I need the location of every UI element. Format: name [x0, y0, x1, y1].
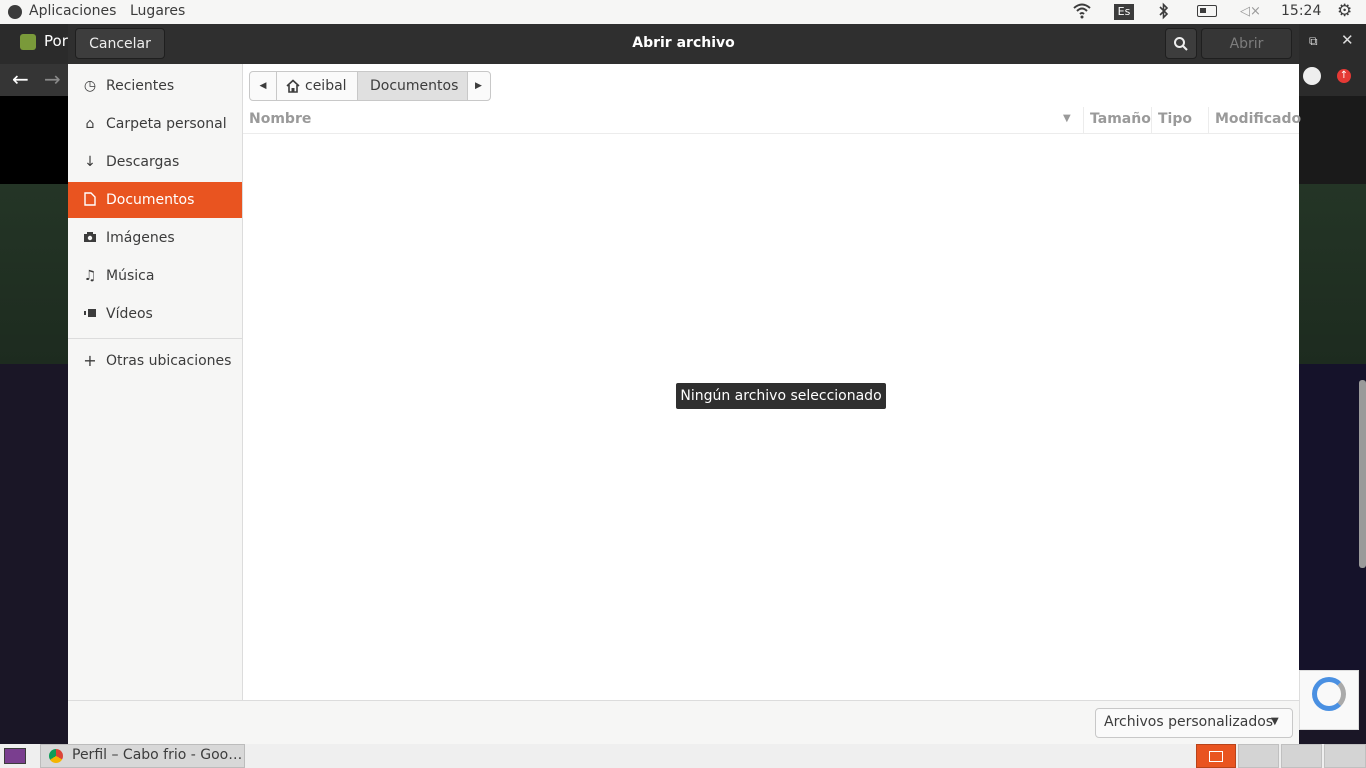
chrome-icon — [49, 749, 63, 763]
home-icon: ⌂ — [85, 116, 95, 132]
download-icon: ↓ — [84, 154, 96, 170]
sidebar-item-label: Descargas — [106, 154, 180, 170]
background-app-banner-right — [1299, 184, 1366, 364]
workspace-3[interactable] — [1281, 744, 1322, 768]
empty-state-message: Ningún archivo seleccionado — [676, 383, 886, 409]
column-size[interactable]: Tamaño — [1090, 111, 1151, 127]
back-arrow-icon[interactable]: ← — [12, 67, 29, 91]
sidebar-item-other-locations[interactable]: + Otras ubicaciones — [68, 343, 242, 379]
app-logo-icon — [20, 34, 36, 50]
home-icon — [286, 79, 300, 93]
dialog-footer: Archivos personalizados ▼ — [68, 700, 1299, 745]
sidebar-item-label: Carpeta personal — [106, 116, 227, 132]
chevron-down-icon: ▼ — [1271, 716, 1279, 727]
bluetooth-icon[interactable] — [1159, 2, 1169, 24]
dialog-header: Cancelar Abrir archivo Abrir — [68, 24, 1299, 64]
sidebar-item-label: Vídeos — [106, 306, 153, 322]
close-window-icon[interactable]: ✕ — [1341, 31, 1354, 49]
sidebar-item-home[interactable]: ⌂ Carpeta personal — [68, 106, 242, 142]
recaptcha-badge — [1299, 670, 1359, 730]
music-icon: ♫ — [83, 268, 97, 284]
volume-muted-icon[interactable]: ◁× — [1240, 4, 1261, 19]
background-app-banner — [0, 184, 68, 364]
update-icon[interactable]: ↑ — [1337, 69, 1351, 83]
sidebar-divider — [68, 338, 242, 339]
path-home-label: ceibal — [305, 78, 347, 94]
dialog-title: Abrir archivo — [632, 35, 735, 51]
sidebar-item-music[interactable]: ♫ Música — [68, 258, 242, 294]
workspace-1[interactable] — [1196, 744, 1236, 768]
clock-icon: ◷ — [83, 78, 97, 94]
column-separator — [1151, 107, 1152, 133]
background-app-navbar: ← → — [0, 64, 68, 96]
forward-arrow-icon[interactable]: → — [44, 67, 61, 91]
path-current-label: Documentos — [370, 78, 459, 94]
path-home-button[interactable]: ceibal — [277, 72, 357, 100]
scrollbar[interactable] — [1359, 380, 1366, 568]
search-icon — [1174, 36, 1188, 51]
video-icon — [82, 296, 98, 332]
workspace-4[interactable] — [1324, 744, 1366, 768]
restore-icon[interactable]: ⧉ — [1309, 34, 1318, 49]
top-panel: Aplicaciones Lugares Es ◁× 15:24 ⚙ — [0, 0, 1366, 24]
column-modified[interactable]: Modificado — [1215, 111, 1301, 127]
column-name[interactable]: Nombre — [249, 111, 311, 127]
bottom-taskbar: Perfil – Cabo frio - Goo… — [0, 744, 1366, 768]
sidebar-item-pictures[interactable]: Imágenes — [68, 220, 242, 256]
ubuntu-logo-icon[interactable] — [8, 5, 22, 19]
battery-icon[interactable] — [1197, 5, 1217, 17]
file-filter-dropdown[interactable]: Archivos personalizados ▼ — [1095, 708, 1293, 738]
sidebar-item-documents[interactable]: Documentos — [68, 182, 242, 218]
path-scroll-left-button[interactable]: ◀ — [250, 72, 277, 100]
sidebar-item-label: Otras ubicaciones — [106, 353, 232, 369]
file-filter-label: Archivos personalizados — [1104, 714, 1274, 730]
places-sidebar: ◷ Recientes ⌂ Carpeta personal ↓ Descarg… — [68, 64, 243, 700]
sidebar-item-recent[interactable]: ◷ Recientes — [68, 68, 242, 104]
plus-icon: + — [83, 351, 97, 370]
path-scroll-right-button[interactable]: ▶ — [467, 72, 490, 100]
sidebar-item-label: Imágenes — [106, 230, 175, 246]
background-app-titlebar: Por — [0, 24, 68, 64]
open-button[interactable]: Abrir — [1201, 28, 1292, 59]
background-app-right-strip: ⧉ ✕ ↑ — [1299, 24, 1366, 96]
sidebar-item-label: Documentos — [106, 192, 195, 208]
sidebar-item-downloads[interactable]: ↓ Descargas — [68, 144, 242, 180]
path-current-button[interactable]: Documentos — [357, 72, 468, 100]
places-menu[interactable]: Lugares — [130, 3, 185, 19]
workspace-2[interactable] — [1238, 744, 1279, 768]
recaptcha-icon — [1312, 677, 1346, 711]
background-app-content — [0, 96, 68, 184]
taskbar-window-button[interactable]: Perfil – Cabo frio - Goo… — [40, 744, 245, 768]
sidebar-item-label: Recientes — [106, 78, 175, 94]
sidebar-item-label: Música — [106, 268, 155, 284]
clock[interactable]: 15:24 — [1281, 3, 1321, 19]
camera-icon — [82, 220, 98, 256]
column-separator — [1208, 107, 1209, 133]
keyboard-layout-indicator[interactable]: Es — [1114, 4, 1134, 20]
settings-gear-icon[interactable]: ⚙ — [1337, 1, 1352, 21]
taskbar-window-title: Perfil – Cabo frio - Goo… — [72, 747, 243, 763]
column-type[interactable]: Tipo — [1158, 111, 1192, 127]
applications-menu[interactable]: Aplicaciones — [29, 3, 116, 19]
window-thumbnail-icon — [1209, 751, 1223, 762]
search-button[interactable] — [1165, 28, 1197, 59]
wifi-icon[interactable] — [1072, 2, 1092, 24]
column-separator — [1083, 107, 1084, 133]
background-app-page-right — [1299, 364, 1366, 670]
sidebar-item-videos[interactable]: Vídeos — [68, 296, 242, 332]
sort-arrow-icon[interactable]: ▼ — [1063, 113, 1071, 124]
account-icon[interactable] — [1303, 67, 1321, 85]
document-icon — [82, 182, 98, 218]
path-bar: ◀ ceibal Documentos ▶ — [249, 71, 491, 101]
background-window-title: Por — [44, 32, 68, 50]
file-list-header: Nombre ▼ Tamaño Tipo Modificado — [243, 107, 1301, 134]
show-desktop-icon[interactable] — [4, 748, 26, 764]
